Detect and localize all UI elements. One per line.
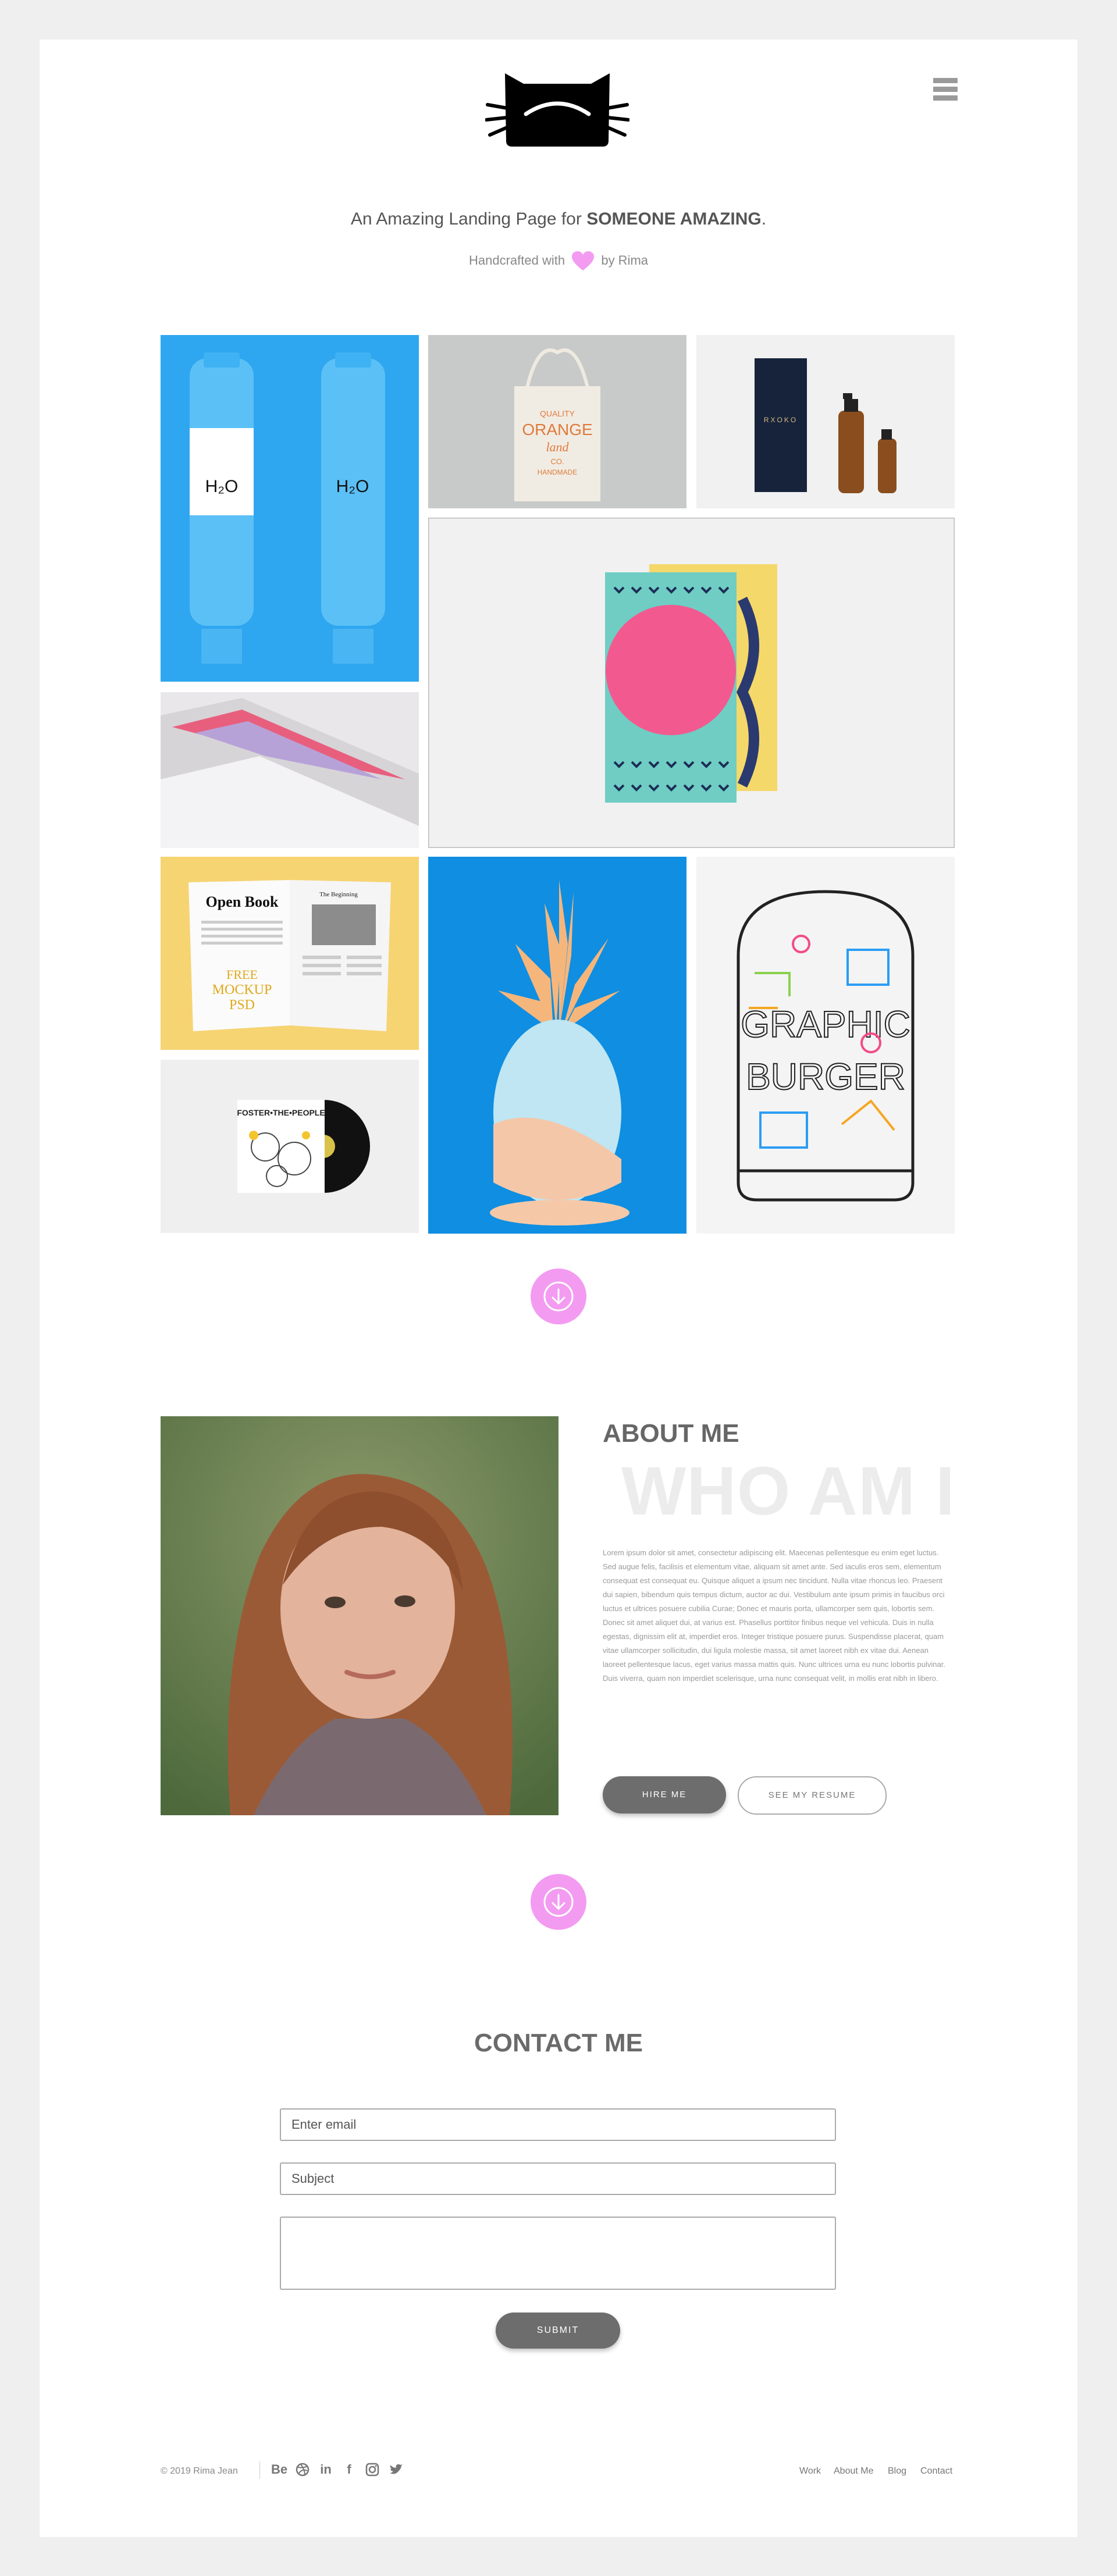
book-text: The Beginning: [319, 891, 358, 898]
tagline: An Amazing Landing Page for SOMEONE AMAZ…: [350, 209, 767, 229]
tote-text: ORANGE: [522, 421, 592, 439]
tote-text: CO.: [550, 457, 564, 466]
box-label: RXOKO: [764, 416, 798, 424]
instagram-icon[interactable]: [364, 2461, 380, 2478]
subject-field[interactable]: [280, 2162, 836, 2195]
footer-link-work[interactable]: Work: [799, 2466, 821, 2477]
message-field[interactable]: [280, 2217, 836, 2290]
scroll-down-button[interactable]: [531, 1269, 586, 1324]
book-title: Open Book: [206, 893, 279, 910]
gallery-item-water-bottle[interactable]: H₂O H₂O: [161, 335, 419, 682]
page-card: An Amazing Landing Page for SOMEONE AMAZ…: [40, 40, 1077, 2537]
behance-icon[interactable]: Be: [271, 2461, 287, 2478]
arrow-down-icon: [543, 1281, 574, 1312]
portrait-photo: [161, 1416, 558, 1815]
heart-icon: [572, 251, 595, 270]
tote-text: QUALITY: [540, 409, 575, 418]
album-title: FOSTER•THE•PEOPLE: [237, 1108, 325, 1117]
handcrafted-line: Handcrafted with by Rima: [40, 251, 1077, 271]
footer-link-blog[interactable]: Blog: [888, 2466, 906, 2477]
tagline-strong: SOMEONE AMAZING: [586, 209, 762, 229]
bottle-label: H₂O: [336, 477, 369, 496]
book-text: MOCKUP: [212, 982, 272, 997]
book-text: FREE: [226, 967, 258, 982]
footer-divider: [259, 2461, 260, 2479]
linkedin-icon[interactable]: in: [318, 2461, 334, 2478]
bottle-label: H₂O: [205, 477, 239, 496]
gallery-item-tote-bag[interactable]: QUALITY ORANGE land CO. HANDMADE: [428, 335, 686, 508]
tote-text: land: [546, 440, 569, 454]
gallery-item-pineapple[interactable]: [428, 857, 686, 1234]
cat-logo-icon[interactable]: [485, 66, 629, 148]
footer-link-about[interactable]: About Me: [834, 2466, 873, 2477]
twitter-icon[interactable]: [387, 2461, 404, 2478]
hamburger-menu-icon[interactable]: [933, 78, 958, 104]
about-subtitle: WHO AM I: [621, 1453, 955, 1530]
gallery-item-vinyl[interactable]: FOSTER•THE•PEOPLE: [161, 1060, 419, 1233]
see-resume-button[interactable]: SEE MY RESUME: [738, 1776, 887, 1815]
burger-text: GRAPHIC: [741, 1003, 910, 1045]
gallery-item-book[interactable]: Open Book FREE MOCKUP PSD The Beginning: [161, 857, 419, 1050]
dribbble-icon[interactable]: [294, 2461, 311, 2478]
email-field[interactable]: [280, 2108, 836, 2141]
hire-me-button[interactable]: HIRE ME: [603, 1776, 726, 1813]
scroll-down-button[interactable]: [531, 1874, 586, 1930]
contact-title: CONTACT ME: [474, 2029, 643, 2057]
gallery-item-cosmetics[interactable]: RXOKO: [696, 335, 955, 508]
gallery-item-graphic-burger[interactable]: GRAPHIC BURGER: [696, 857, 955, 1234]
burger-text: BURGER: [746, 1056, 905, 1098]
tote-text: HANDMADE: [538, 468, 578, 476]
arrow-down-icon: [543, 1887, 574, 1917]
about-title: ABOUT ME: [603, 1419, 739, 1448]
book-text: PSD: [229, 997, 255, 1013]
gallery-item-laptop[interactable]: [161, 692, 419, 848]
gallery-item-pattern-poster[interactable]: [428, 518, 955, 848]
submit-button[interactable]: SUBMIT: [496, 2313, 620, 2349]
copyright: © 2019 Rima Jean: [161, 2466, 238, 2476]
facebook-icon[interactable]: f: [341, 2461, 357, 2478]
about-text: Lorem ipsum dolor sit amet, consectetur …: [603, 1548, 945, 1683]
footer-link-contact[interactable]: Contact: [920, 2466, 952, 2477]
